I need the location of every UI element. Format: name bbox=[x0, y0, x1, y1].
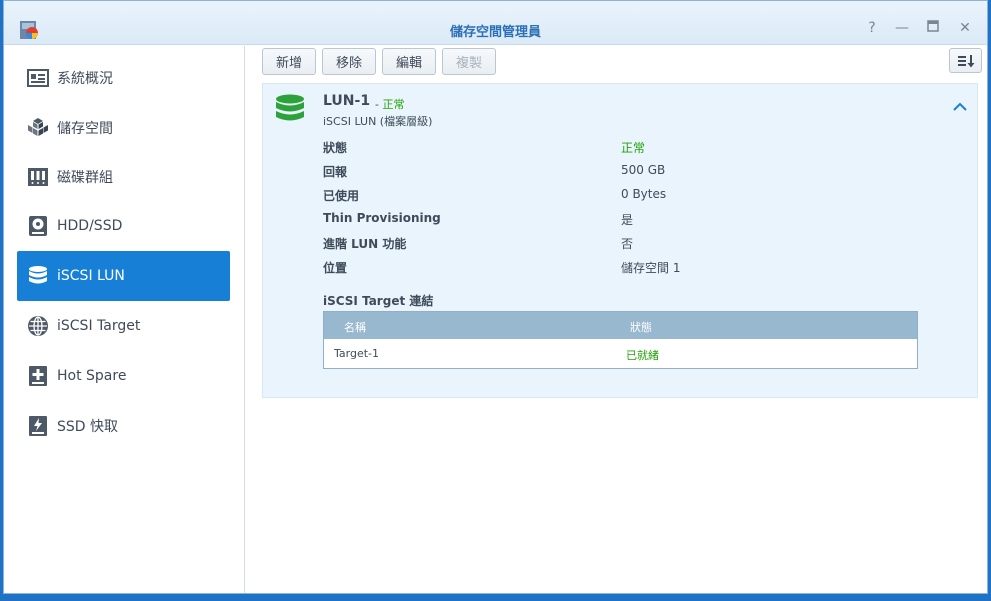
lun-detail-panel[interactable]: LUN-1 - 正常 iSCSI LUN (檔案層級) 狀態 正常 回報 500… bbox=[262, 83, 978, 398]
disk-icon bbox=[27, 215, 49, 237]
target-status-cell: 已就緒 bbox=[626, 349, 659, 362]
sidebar: 系統概況 儲存空間 磁碟群組 HDD/SSD iSCSI LUN iSCSI T… bbox=[4, 46, 245, 593]
property-value: 500 GB bbox=[621, 163, 666, 177]
target-name-cell: Target-1 bbox=[334, 347, 379, 360]
main-content: 新增 移除 編輯 複製 LUN-1 - 正常 iSCSI LUN (檔案層級) … bbox=[246, 46, 988, 593]
edit-button[interactable]: 編輯 bbox=[382, 48, 436, 75]
sort-button[interactable] bbox=[949, 48, 982, 73]
property-label: 位置 bbox=[323, 261, 348, 275]
lun-database-icon bbox=[276, 94, 304, 121]
collapse-chevron-icon[interactable] bbox=[953, 100, 967, 116]
sidebar-item-label: SSD 快取 bbox=[57, 419, 119, 435]
target-table: 名稱 狀態 Target-1 已就緒 bbox=[323, 311, 918, 369]
window-title: 儲存空間管理員 bbox=[449, 25, 541, 40]
column-header-name[interactable]: 名稱 bbox=[344, 319, 366, 335]
sidebar-item-label: Hot Spare bbox=[57, 368, 127, 384]
property-value: 是 bbox=[621, 213, 634, 227]
title-bar: 儲存空間管理員 ? — ✕ bbox=[4, 1, 987, 45]
property-label: 已使用 bbox=[323, 189, 360, 203]
overview-icon bbox=[27, 67, 49, 89]
property-value: 0 Bytes bbox=[621, 187, 667, 201]
bolt-disk-icon bbox=[27, 415, 49, 437]
property-row-status: 狀態 正常 bbox=[323, 139, 963, 159]
globe-icon bbox=[27, 315, 49, 337]
property-row-location: 位置 儲存空間 1 bbox=[323, 259, 963, 279]
sidebar-item-iscsi-target[interactable]: iSCSI Target bbox=[17, 301, 230, 351]
target-section-title: iSCSI Target 連結 bbox=[323, 294, 434, 308]
sidebar-item-label: HDD/SSD bbox=[57, 218, 123, 234]
close-icon[interactable]: ✕ bbox=[956, 19, 974, 37]
help-icon[interactable]: ? bbox=[863, 19, 881, 37]
sidebar-item-label: iSCSI LUN bbox=[57, 268, 125, 284]
maximize-icon[interactable] bbox=[924, 19, 942, 37]
table-header: 名稱 狀態 bbox=[324, 312, 917, 339]
property-row-thin-provisioning: Thin Provisioning 是 bbox=[323, 211, 963, 231]
table-row[interactable]: Target-1 已就緒 bbox=[324, 339, 917, 368]
property-row-used: 已使用 0 Bytes bbox=[323, 187, 963, 207]
sidebar-item-disk-group[interactable]: 磁碟群組 bbox=[17, 152, 230, 202]
lun-subtitle: iSCSI LUN (檔案層級) bbox=[323, 115, 433, 128]
sidebar-item-label: 儲存空間 bbox=[57, 121, 113, 137]
sidebar-item-label: 磁碟群組 bbox=[57, 170, 113, 186]
property-value: 正常 bbox=[621, 141, 646, 155]
lun-status-line: - 正常 bbox=[375, 96, 404, 112]
property-label: 狀態 bbox=[323, 141, 348, 155]
property-row-reported-size: 回報 500 GB bbox=[323, 163, 963, 183]
sidebar-item-iscsi-lun[interactable]: iSCSI LUN bbox=[17, 251, 230, 301]
sidebar-item-overview[interactable]: 系統概況 bbox=[17, 53, 230, 103]
sort-icon bbox=[957, 54, 974, 67]
storage-manager-window: 儲存空間管理員 ? — ✕ 系統概況 儲存空間 磁碟群組 HDD/SSD iSC… bbox=[3, 0, 988, 594]
database-icon bbox=[27, 265, 49, 287]
remove-button[interactable]: 移除 bbox=[322, 48, 376, 75]
minimize-icon[interactable]: — bbox=[893, 19, 911, 37]
add-button[interactable]: 新增 bbox=[262, 48, 316, 75]
plus-disk-icon bbox=[27, 365, 49, 387]
lun-name: LUN-1 bbox=[323, 93, 371, 109]
storage-cubes-icon bbox=[27, 117, 49, 139]
property-label: 進階 LUN 功能 bbox=[323, 237, 407, 251]
sidebar-item-hot-spare[interactable]: Hot Spare bbox=[17, 351, 230, 401]
property-row-advanced-lun: 進階 LUN 功能 否 bbox=[323, 235, 963, 255]
clone-button[interactable]: 複製 bbox=[442, 48, 496, 75]
property-label: 回報 bbox=[323, 165, 348, 179]
property-value: 儲存空間 1 bbox=[621, 261, 681, 275]
column-header-status[interactable]: 狀態 bbox=[630, 319, 652, 335]
sidebar-item-hdd-ssd[interactable]: HDD/SSD bbox=[17, 201, 230, 251]
sidebar-item-ssd-cache[interactable]: SSD 快取 bbox=[17, 401, 230, 451]
sidebar-item-storage[interactable]: 儲存空間 bbox=[17, 103, 230, 153]
property-value: 否 bbox=[621, 237, 634, 251]
sidebar-item-label: 系統概況 bbox=[57, 71, 113, 87]
sidebar-item-label: iSCSI Target bbox=[57, 318, 141, 334]
lun-status: 正常 bbox=[382, 98, 405, 111]
property-label: Thin Provisioning bbox=[323, 211, 441, 225]
disk-group-icon bbox=[27, 166, 49, 188]
